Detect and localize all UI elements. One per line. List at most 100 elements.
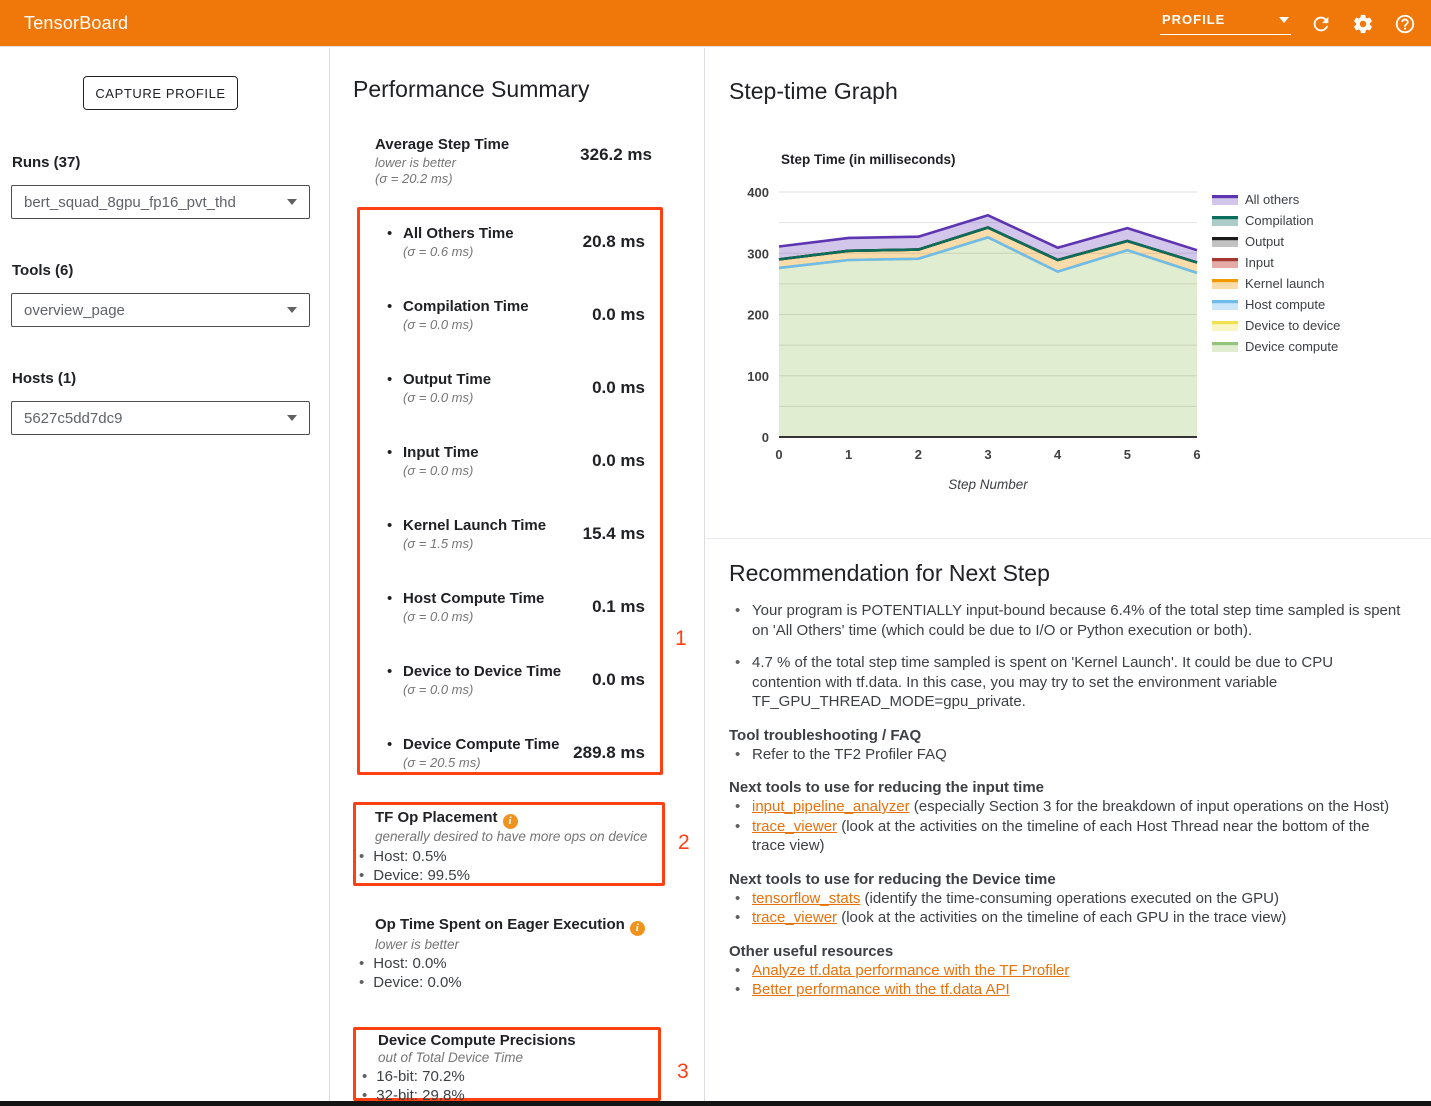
gear-icon[interactable]	[1351, 12, 1375, 36]
perf-item-device-compute: • Device Compute Time (σ = 20.5 ms) 289.…	[360, 736, 660, 778]
chevron-down-icon	[1279, 17, 1289, 23]
precisions-title: Device Compute Precisions	[378, 1032, 576, 1049]
tensorflow-stats-link[interactable]: tensorflow_stats	[752, 890, 860, 907]
dashboard-select[interactable]: PROFILE	[1160, 12, 1291, 35]
capture-profile-button[interactable]: CAPTURE PROFILE	[83, 76, 238, 110]
svg-text:6: 6	[1193, 447, 1200, 462]
section-heading-resources: Other useful resources	[729, 943, 1401, 960]
section-heading-device-time: Next tools to use for reducing the Devic…	[729, 871, 1401, 888]
perf-item-name: Device Compute Time	[403, 736, 559, 753]
perf-item-sigma: (σ = 0.6 ms)	[403, 244, 473, 259]
bullet: •	[387, 371, 392, 388]
screen-bottom-edge	[0, 1101, 1431, 1106]
svg-text:400: 400	[747, 185, 769, 200]
svg-text:Device compute: Device compute	[1245, 339, 1338, 354]
tfdata-profiler-link[interactable]: Analyze tf.data performance with the TF …	[752, 962, 1069, 979]
step-time-panel: Step-time Graph Step Time (in millisecon…	[706, 48, 1431, 1106]
perf-item-sigma: (σ = 1.5 ms)	[403, 536, 473, 551]
tools-select[interactable]: overview_page	[11, 293, 310, 327]
perf-item-value: 15.4 ms	[583, 524, 645, 544]
bullet: •	[387, 517, 392, 534]
svg-text:Input: Input	[1245, 255, 1274, 270]
perf-item-sigma: (σ = 0.0 ms)	[403, 682, 473, 697]
perf-item-name: All Others Time	[403, 225, 514, 242]
average-step-time-note: lower is better	[375, 155, 456, 170]
eager-host: •Host: 0.0%	[359, 955, 447, 972]
stat-value: Host: 0.5%	[373, 848, 446, 865]
tools-label: Tools (6)	[12, 262, 73, 279]
svg-text:Host compute: Host compute	[1245, 297, 1325, 312]
eager-note: lower is better	[375, 937, 459, 952]
perf-item-all-others: • All Others Time (σ = 0.6 ms) 20.8 ms	[360, 225, 660, 267]
svg-text:4: 4	[1054, 447, 1062, 462]
perf-item-value: 0.0 ms	[592, 378, 645, 398]
trace-viewer-link[interactable]: trace_viewer	[752, 818, 837, 835]
tools-select-value: overview_page	[24, 302, 287, 319]
runs-label: Runs (37)	[12, 154, 80, 171]
perf-item-name: Input Time	[403, 444, 479, 461]
tfdata-api-link[interactable]: Better performance with the tf.data API	[752, 981, 1010, 998]
stat-value: Host: 0.0%	[373, 955, 446, 972]
refresh-icon[interactable]	[1309, 12, 1333, 36]
dashboard-select-value: PROFILE	[1162, 12, 1225, 27]
perf-item-name: Kernel Launch Time	[403, 517, 546, 534]
list-item: Better performance with the tf.data API	[729, 980, 1401, 1000]
perf-item-sigma: (σ = 20.5 ms)	[403, 755, 481, 770]
tf-op-placement-title: TF Op Placement	[375, 809, 518, 829]
list-item-text: (identify the time-consuming operations …	[860, 890, 1279, 907]
svg-text:Step Number: Step Number	[948, 477, 1028, 492]
perf-item-output: • Output Time (σ = 0.0 ms) 0.0 ms	[360, 371, 660, 413]
recommendation-section: Recommendation for Next Step Your progra…	[729, 560, 1401, 1000]
precision-16bit: •16-bit: 70.2%	[362, 1068, 465, 1085]
tf-op-placement-note: generally desired to have more ops on de…	[375, 829, 647, 844]
list-item: Analyze tf.data performance with the TF …	[729, 961, 1401, 981]
svg-text:100: 100	[747, 369, 769, 384]
stat-value: 16-bit: 70.2%	[376, 1068, 464, 1085]
performance-summary-panel: Performance Summary Average Step Time lo…	[330, 48, 705, 1106]
list-item-text: (especially Section 3 for the breakdown …	[910, 798, 1389, 815]
runs-select-value: bert_squad_8gpu_fp16_pvt_thd	[24, 194, 287, 211]
bullet: •	[387, 298, 392, 315]
annotation-number-1: 1	[675, 627, 687, 651]
bullet: •	[387, 663, 392, 680]
perf-item-sigma: (σ = 0.0 ms)	[403, 463, 473, 478]
svg-text:1: 1	[845, 447, 852, 462]
perf-item-input: • Input Time (σ = 0.0 ms) 0.0 ms	[360, 444, 660, 486]
runs-select[interactable]: bert_squad_8gpu_fp16_pvt_thd	[11, 185, 310, 219]
svg-text:300: 300	[747, 246, 769, 261]
performance-summary-title: Performance Summary	[353, 76, 589, 103]
step-time-chart: Step Time (in milliseconds)0100200300400…	[721, 140, 1421, 515]
help-icon[interactable]	[1393, 12, 1417, 36]
hosts-label: Hosts (1)	[12, 370, 76, 387]
perf-item-sigma: (σ = 0.0 ms)	[403, 390, 473, 405]
chevron-down-icon	[287, 307, 297, 313]
input-pipeline-analyzer-link[interactable]: input_pipeline_analyzer	[752, 798, 910, 815]
svg-text:Compilation: Compilation	[1245, 213, 1314, 228]
annotation-box-2: TF Op Placement generally desired to hav…	[353, 802, 665, 886]
recommendation-title: Recommendation for Next Step	[729, 560, 1401, 587]
svg-text:0: 0	[762, 430, 769, 445]
perf-item-value: 20.8 ms	[583, 232, 645, 252]
recommendation-bullet: 4.7 % of the total step time sampled is …	[729, 653, 1401, 712]
sidebar: CAPTURE PROFILE Runs (37) bert_squad_8gp…	[0, 48, 330, 1106]
info-icon[interactable]	[503, 814, 518, 829]
perf-item-name: Device to Device Time	[403, 663, 561, 680]
perf-item-kernel-launch: • Kernel Launch Time (σ = 1.5 ms) 15.4 m…	[360, 517, 660, 559]
svg-text:Kernel launch: Kernel launch	[1245, 276, 1325, 291]
svg-text:5: 5	[1124, 447, 1131, 462]
recommendation-bullet-text: Your program is POTENTIALLY input-bound …	[752, 602, 1400, 639]
perf-item-value: 0.0 ms	[592, 305, 645, 325]
divider	[706, 538, 1431, 539]
svg-text:2: 2	[915, 447, 922, 462]
app-header: TensorBoard PROFILE	[0, 0, 1431, 47]
hosts-select[interactable]: 5627c5dd7dc9	[11, 401, 310, 435]
bullet: •	[387, 225, 392, 242]
svg-text:Device to device: Device to device	[1245, 318, 1340, 333]
section-heading-faq: Tool troubleshooting / FAQ	[729, 727, 1401, 744]
bullet: •	[387, 444, 392, 461]
info-icon[interactable]	[630, 921, 645, 936]
stat-value: Device: 0.0%	[373, 974, 461, 991]
perf-item-sigma: (σ = 0.0 ms)	[403, 609, 473, 624]
list-item: trace_viewer (look at the activities on …	[729, 908, 1401, 928]
trace-viewer-link[interactable]: trace_viewer	[752, 909, 837, 926]
